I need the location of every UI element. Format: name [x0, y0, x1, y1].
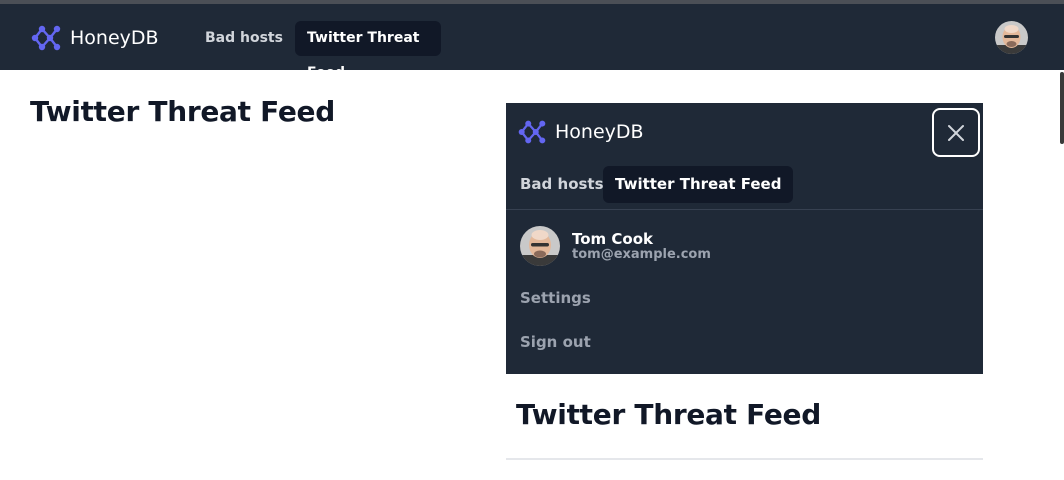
mobile-logo[interactable]: HoneyDB [517, 117, 644, 147]
mobile-page-title: Twitter Threat Feed [516, 398, 821, 431]
brand-name: HoneyDB [70, 27, 159, 49]
user-avatar[interactable] [995, 21, 1028, 54]
scrollbar-thumb[interactable] [1060, 72, 1064, 144]
page-title: Twitter Threat Feed [30, 95, 335, 128]
close-icon [948, 124, 964, 141]
honeydb-logo-icon [518, 120, 546, 144]
mobile-menu-panel: HoneyDB Bad hosts Twitter Threat Feed To… [506, 103, 983, 374]
logo[interactable]: HoneyDB [30, 23, 159, 53]
menu-item-settings[interactable]: Settings [520, 289, 591, 307]
user-email: tom@example.com [572, 247, 711, 262]
mobile-brand-name: HoneyDB [555, 121, 644, 143]
nav-link-twitter-threat-feed[interactable]: Twitter Threat Feed [295, 21, 441, 81]
avatar-image-icon [520, 226, 560, 266]
honeydb-logo-icon [31, 25, 61, 51]
user-name: Tom Cook [572, 230, 653, 248]
top-navbar: HoneyDB Bad hosts Twitter Threat Feed [0, 4, 1064, 81]
mobile-user-avatar [520, 226, 560, 266]
close-menu-button[interactable] [932, 108, 980, 157]
avatar-image-icon [995, 21, 1028, 54]
menu-item-sign-out[interactable]: Sign out [520, 333, 591, 351]
menu-divider [506, 209, 983, 210]
mobile-nav-link-twitter-threat-feed[interactable]: Twitter Threat Feed [603, 166, 794, 203]
nav-link-bad-hosts[interactable]: Bad hosts [193, 21, 295, 56]
mobile-nav-link-bad-hosts[interactable]: Bad hosts [508, 166, 616, 203]
section-divider [506, 458, 983, 460]
